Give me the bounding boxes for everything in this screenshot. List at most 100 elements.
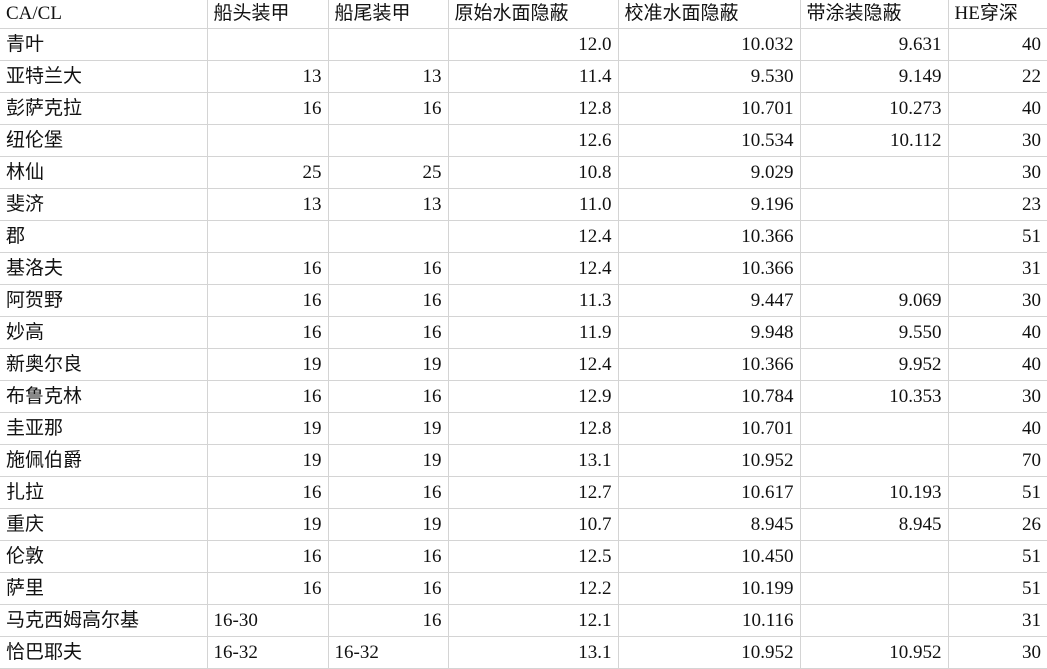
cell-calib-conceal[interactable]: 9.196 — [618, 188, 801, 221]
cell-bow-armor[interactable]: 19 — [207, 444, 329, 477]
cell-bow-armor[interactable] — [207, 220, 329, 253]
cell-calib-conceal[interactable]: 9.530 — [618, 60, 801, 93]
cell-ship-name[interactable]: 斐济 — [0, 188, 208, 221]
cell-stern-armor[interactable]: 16 — [328, 380, 449, 413]
table-row[interactable]: 基洛夫 16 16 12.4 10.366 31 — [0, 252, 1047, 285]
cell-base-conceal[interactable]: 10.7 — [448, 508, 619, 541]
cell-calib-conceal[interactable]: 10.534 — [618, 124, 801, 157]
table-row[interactable]: 施佩伯爵 19 19 13.1 10.952 70 — [0, 444, 1047, 477]
cell-bow-armor[interactable]: 16 — [207, 284, 329, 317]
cell-camo-conceal[interactable]: 10.273 — [800, 92, 949, 125]
cell-stern-armor[interactable]: 16 — [328, 572, 449, 605]
table-row[interactable]: 阿贺野 16 16 11.3 9.447 9.069 30 — [0, 284, 1047, 317]
cell-he-pen[interactable]: 40 — [948, 412, 1047, 445]
cell-he-pen[interactable]: 30 — [948, 380, 1047, 413]
table-row[interactable]: 恰巴耶夫 16-32 16-32 13.1 10.952 10.952 30 — [0, 636, 1047, 669]
cell-base-conceal[interactable]: 12.2 — [448, 572, 619, 605]
column-header-bow-armor[interactable]: 船头装甲 — [207, 0, 329, 29]
cell-calib-conceal[interactable]: 9.948 — [618, 316, 801, 349]
cell-stern-armor[interactable]: 16 — [328, 604, 449, 637]
cell-camo-conceal[interactable]: 10.112 — [800, 124, 949, 157]
cell-ship-name[interactable]: 妙高 — [0, 316, 208, 349]
cell-bow-armor[interactable]: 16 — [207, 540, 329, 573]
cell-ship-name[interactable]: 彭萨克拉 — [0, 92, 208, 125]
cell-ship-name[interactable]: 扎拉 — [0, 476, 208, 509]
table-row[interactable]: 圭亚那 19 19 12.8 10.701 40 — [0, 412, 1047, 445]
cell-ship-name[interactable]: 纽伦堡 — [0, 124, 208, 157]
cell-ship-name[interactable]: 郡 — [0, 220, 208, 253]
cell-he-pen[interactable]: 51 — [948, 572, 1047, 605]
cell-he-pen[interactable]: 70 — [948, 444, 1047, 477]
cell-he-pen[interactable]: 30 — [948, 284, 1047, 317]
cell-stern-armor[interactable]: 16 — [328, 476, 449, 509]
cell-he-pen[interactable]: 40 — [948, 348, 1047, 381]
cell-camo-conceal[interactable] — [800, 252, 949, 285]
cell-calib-conceal[interactable]: 10.784 — [618, 380, 801, 413]
table-row[interactable]: 亚特兰大 13 13 11.4 9.530 9.149 22 — [0, 60, 1047, 93]
cell-he-pen[interactable]: 22 — [948, 60, 1047, 93]
cell-stern-armor[interactable]: 19 — [328, 444, 449, 477]
cell-calib-conceal[interactable]: 8.945 — [618, 508, 801, 541]
cell-base-conceal[interactable]: 12.5 — [448, 540, 619, 573]
cell-calib-conceal[interactable]: 10.366 — [618, 220, 801, 253]
cell-calib-conceal[interactable]: 10.701 — [618, 412, 801, 445]
column-header-base-conceal[interactable]: 原始水面隐蔽 — [448, 0, 619, 29]
cell-he-pen[interactable]: 31 — [948, 604, 1047, 637]
table-row[interactable]: 纽伦堡 12.6 10.534 10.112 30 — [0, 124, 1047, 157]
cell-he-pen[interactable]: 40 — [948, 92, 1047, 125]
cell-base-conceal[interactable]: 12.4 — [448, 220, 619, 253]
cell-bow-armor[interactable] — [207, 124, 329, 157]
cell-stern-armor[interactable]: 16 — [328, 92, 449, 125]
cell-stern-armor[interactable] — [328, 28, 449, 61]
column-header-camo-conceal[interactable]: 带涂装隐蔽 — [800, 0, 949, 29]
cell-camo-conceal[interactable]: 9.631 — [800, 28, 949, 61]
cell-stern-armor[interactable]: 13 — [328, 60, 449, 93]
cell-he-pen[interactable]: 40 — [948, 316, 1047, 349]
table-row[interactable]: 斐济 13 13 11.0 9.196 23 — [0, 188, 1047, 221]
cell-he-pen[interactable]: 30 — [948, 124, 1047, 157]
cell-bow-armor[interactable]: 19 — [207, 348, 329, 381]
cell-bow-armor[interactable]: 25 — [207, 156, 329, 189]
table-row[interactable]: 萨里 16 16 12.2 10.199 51 — [0, 572, 1047, 605]
table-row[interactable]: 新奥尔良 19 19 12.4 10.366 9.952 40 — [0, 348, 1047, 381]
cell-calib-conceal[interactable]: 10.366 — [618, 252, 801, 285]
cell-calib-conceal[interactable]: 10.952 — [618, 636, 801, 669]
cell-he-pen[interactable]: 26 — [948, 508, 1047, 541]
cell-ship-name[interactable]: 恰巴耶夫 — [0, 636, 208, 669]
cell-ship-name[interactable]: 基洛夫 — [0, 252, 208, 285]
cell-camo-conceal[interactable] — [800, 572, 949, 605]
cell-bow-armor[interactable]: 13 — [207, 188, 329, 221]
cell-stern-armor[interactable]: 16 — [328, 316, 449, 349]
column-header-he-pen[interactable]: HE穿深 — [948, 0, 1047, 29]
cell-bow-armor[interactable]: 13 — [207, 60, 329, 93]
table-row[interactable]: 林仙 25 25 10.8 9.029 30 — [0, 156, 1047, 189]
cell-ship-name[interactable]: 马克西姆高尔基 — [0, 604, 208, 637]
cell-bow-armor[interactable]: 16 — [207, 252, 329, 285]
cell-calib-conceal[interactable]: 10.199 — [618, 572, 801, 605]
cell-calib-conceal[interactable]: 10.952 — [618, 444, 801, 477]
cell-camo-conceal[interactable]: 9.069 — [800, 284, 949, 317]
cell-camo-conceal[interactable]: 10.193 — [800, 476, 949, 509]
cell-base-conceal[interactable]: 11.3 — [448, 284, 619, 317]
cell-stern-armor[interactable] — [328, 220, 449, 253]
cell-ship-name[interactable]: 伦敦 — [0, 540, 208, 573]
cell-bow-armor[interactable]: 16-30 — [207, 604, 329, 637]
table-row[interactable]: 马克西姆高尔基 16-30 16 12.1 10.116 31 — [0, 604, 1047, 637]
cell-base-conceal[interactable]: 12.4 — [448, 252, 619, 285]
cell-he-pen[interactable]: 23 — [948, 188, 1047, 221]
cell-camo-conceal[interactable]: 8.945 — [800, 508, 949, 541]
cell-calib-conceal[interactable]: 10.450 — [618, 540, 801, 573]
cell-camo-conceal[interactable] — [800, 444, 949, 477]
cell-camo-conceal[interactable]: 9.149 — [800, 60, 949, 93]
cell-ship-name[interactable]: 布鲁克林 — [0, 380, 208, 413]
cell-camo-conceal[interactable]: 10.353 — [800, 380, 949, 413]
cell-base-conceal[interactable]: 13.1 — [448, 636, 619, 669]
cell-base-conceal[interactable]: 12.1 — [448, 604, 619, 637]
table-row[interactable]: 彭萨克拉 16 16 12.8 10.701 10.273 40 — [0, 92, 1047, 125]
column-header-calib-conceal[interactable]: 校准水面隐蔽 — [618, 0, 801, 29]
cell-calib-conceal[interactable]: 10.701 — [618, 92, 801, 125]
cell-ship-name[interactable]: 阿贺野 — [0, 284, 208, 317]
column-header-stern-armor[interactable]: 船尾装甲 — [328, 0, 449, 29]
cell-ship-name[interactable]: 林仙 — [0, 156, 208, 189]
cell-ship-name[interactable]: 新奥尔良 — [0, 348, 208, 381]
